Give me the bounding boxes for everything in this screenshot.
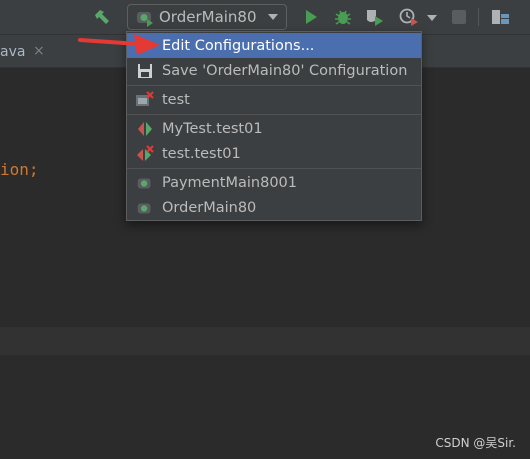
- code-line: ion;: [0, 160, 39, 179]
- close-icon[interactable]: ×: [33, 43, 45, 59]
- menu-item-edit-configurations[interactable]: Edit Configurations...: [127, 33, 421, 58]
- menu-separator: [127, 114, 421, 115]
- save-icon: [135, 61, 155, 81]
- menu-item-label: Edit Configurations...: [162, 37, 315, 54]
- junit-test-icon: [135, 119, 155, 139]
- watermark: CSDN @吴Sir.: [435, 436, 516, 450]
- current-line-highlight: [0, 327, 530, 355]
- menu-item-test-test01[interactable]: test.test01: [127, 141, 421, 166]
- menu-item-label: Save 'OrderMain80' Configuration: [162, 62, 408, 79]
- menu-item-ordermain80[interactable]: OrderMain80: [127, 195, 421, 220]
- menu-item-label: OrderMain80: [162, 199, 257, 216]
- run-configurations-popup: Edit Configurations... Save 'OrderMain80…: [126, 31, 422, 221]
- code-punctuation: ;: [28, 160, 39, 179]
- menu-item-label: MyTest.test01: [162, 120, 263, 137]
- spring-boot-icon: [135, 173, 155, 193]
- menu-item-test[interactable]: test: [127, 87, 421, 112]
- project-structure-icon[interactable]: [490, 6, 512, 28]
- menu-separator: [127, 85, 421, 86]
- coverage-icon[interactable]: [364, 6, 384, 28]
- hammer-icon[interactable]: [91, 6, 113, 28]
- code-token: ion: [0, 160, 29, 179]
- menu-item-save-configuration[interactable]: Save 'OrderMain80' Configuration: [127, 58, 421, 83]
- chevron-down-icon[interactable]: [427, 15, 437, 21]
- menu-item-label: test: [162, 91, 190, 108]
- profile-icon[interactable]: [398, 6, 420, 28]
- menu-item-label: PaymentMain8001: [162, 174, 297, 191]
- toolbar-separator: [478, 8, 479, 26]
- run-configuration-label: OrderMain80: [159, 8, 257, 26]
- run-icon[interactable]: [301, 6, 321, 28]
- chevron-down-icon: [268, 14, 278, 20]
- junit-test-error-icon: [135, 144, 155, 164]
- run-configuration-combo[interactable]: OrderMain80: [127, 4, 287, 30]
- spring-boot-icon: [135, 198, 155, 218]
- editor-tab-label[interactable]: ava: [0, 44, 25, 60]
- menu-item-paymentmain8001[interactable]: PaymentMain8001: [127, 170, 421, 195]
- main-toolbar: OrderMain80: [0, 0, 530, 35]
- test-config-error-icon: [135, 90, 155, 110]
- spring-boot-icon: [134, 6, 156, 28]
- debug-icon[interactable]: [333, 6, 353, 28]
- stop-icon[interactable]: [452, 10, 466, 24]
- menu-separator: [127, 168, 421, 169]
- menu-item-label: test.test01: [162, 145, 241, 162]
- menu-item-mytest-test01[interactable]: MyTest.test01: [127, 116, 421, 141]
